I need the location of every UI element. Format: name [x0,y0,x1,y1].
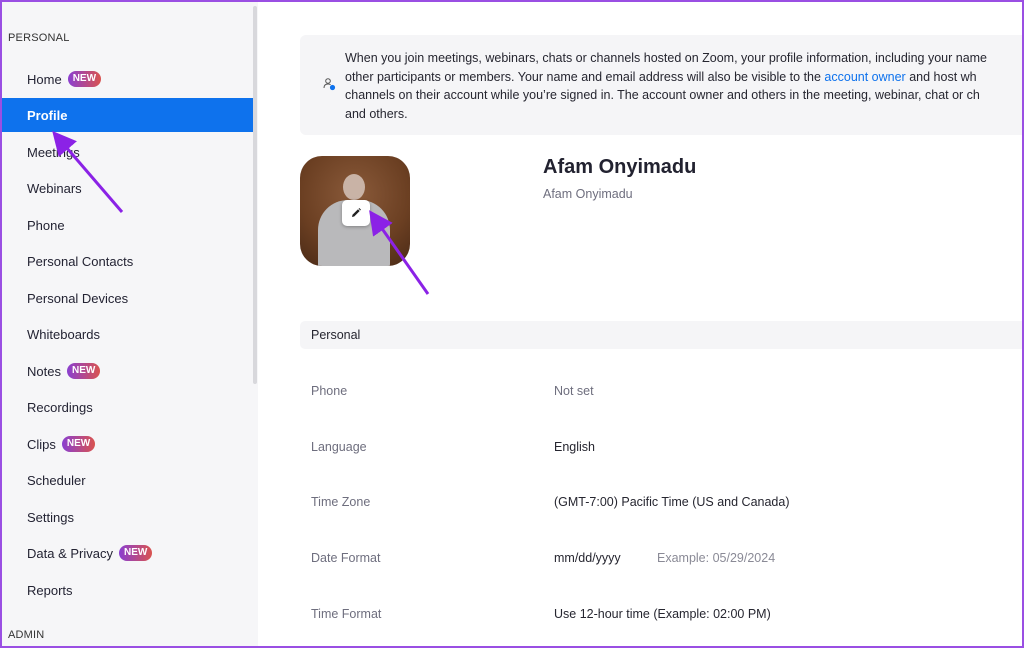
sidebar-item-label: Notes [27,363,61,379]
sidebar-item-label: Phone [27,217,65,233]
sidebar-item-phone[interactable]: Phone [2,208,253,242]
account-owner-link[interactable]: account owner [824,70,905,84]
time-zone-label: Time Zone [311,495,371,509]
sidebar-item-label: Meetings [27,144,80,160]
user-privacy-icon [323,78,336,91]
sidebar-item-reports[interactable]: Reports [2,573,253,607]
phone-value: Not set [554,384,594,398]
notice-line-4: and others. [345,106,408,121]
privacy-notice: When you join meetings, webinars, chats … [300,35,1022,135]
sidebar-item-whiteboards[interactable]: Whiteboards [2,317,253,351]
new-badge: NEW [118,545,153,561]
notice-line-1: When you join meetings, webinars, chats … [345,51,988,65]
time-format-label: Time Format [311,607,382,621]
sidebar-item-home[interactable]: Home NEW [2,62,253,96]
sidebar-item-label: Whiteboards [27,326,100,342]
pencil-icon [352,208,361,217]
profile-display-name: Afam Onyimadu [543,156,697,178]
sidebar-item-label: Home [27,71,62,87]
new-badge: NEW [67,71,102,87]
new-badge: NEW [61,436,96,452]
sidebar: PERSONAL Home NEW Profile Meetings Webin… [2,2,258,646]
sidebar-item-label: Webinars [27,180,82,196]
sidebar-item-label: Scheduler [27,472,86,488]
sidebar-item-notes[interactable]: Notes NEW [2,354,253,388]
sidebar-item-profile[interactable]: Profile [2,98,253,132]
sidebar-item-clips[interactable]: Clips NEW [2,427,253,461]
profile-sub-name: Afam Onyimadu [543,187,633,201]
avatar-head [343,174,365,200]
sidebar-item-label: Profile [27,107,68,123]
date-format-example: Example: 05/29/2024 [657,551,776,565]
sidebar-item-personal-devices[interactable]: Personal Devices [2,281,253,315]
sidebar-item-scheduler[interactable]: Scheduler [2,463,253,497]
sidebar-item-label: Settings [27,509,74,525]
notice-text: other participants or members. Your name… [345,69,825,84]
new-badge: NEW [66,363,101,379]
sidebar-item-personal-contacts[interactable]: Personal Contacts [2,244,253,278]
sidebar-item-meetings[interactable]: Meetings [2,135,253,169]
sidebar-item-label: Recordings [27,399,93,415]
time-zone-value: (GMT-7:00) Pacific Time (US and Canada) [554,495,790,509]
date-format-value: mm/dd/yyyy [554,551,621,565]
sidebar-item-recordings[interactable]: Recordings [2,390,253,424]
phone-label: Phone [311,384,348,398]
section-label-admin: ADMIN [8,629,45,641]
notice-line-3: channels on their account while you’re s… [345,88,980,102]
edit-picture-button[interactable] [342,200,370,226]
sidebar-item-label: Data & Privacy [27,545,113,561]
section-label-personal: PERSONAL [8,32,70,44]
sidebar-item-data-privacy[interactable]: Data & Privacy NEW [2,536,253,570]
notice-line-2: other participants or members. Your name… [345,68,1022,87]
time-format-value: Use 12-hour time (Example: 02:00 PM) [554,607,771,621]
main-content: When you join meetings, webinars, chats … [258,2,1022,646]
sidebar-item-label: Reports [27,582,73,598]
sidebar-item-label: Clips [27,436,56,452]
sidebar-item-webinars[interactable]: Webinars [2,171,253,205]
personal-section-header: Personal [300,321,1022,349]
sidebar-item-settings[interactable]: Settings [2,500,253,534]
date-format-label: Date Format [311,551,381,565]
language-label: Language [311,440,367,454]
sidebar-item-label: Personal Devices [27,290,129,306]
language-value: English [554,440,595,454]
notice-text: and host wh [905,69,977,84]
sidebar-item-label: Personal Contacts [27,253,134,269]
sidebar-scrollbar[interactable] [253,6,257,384]
